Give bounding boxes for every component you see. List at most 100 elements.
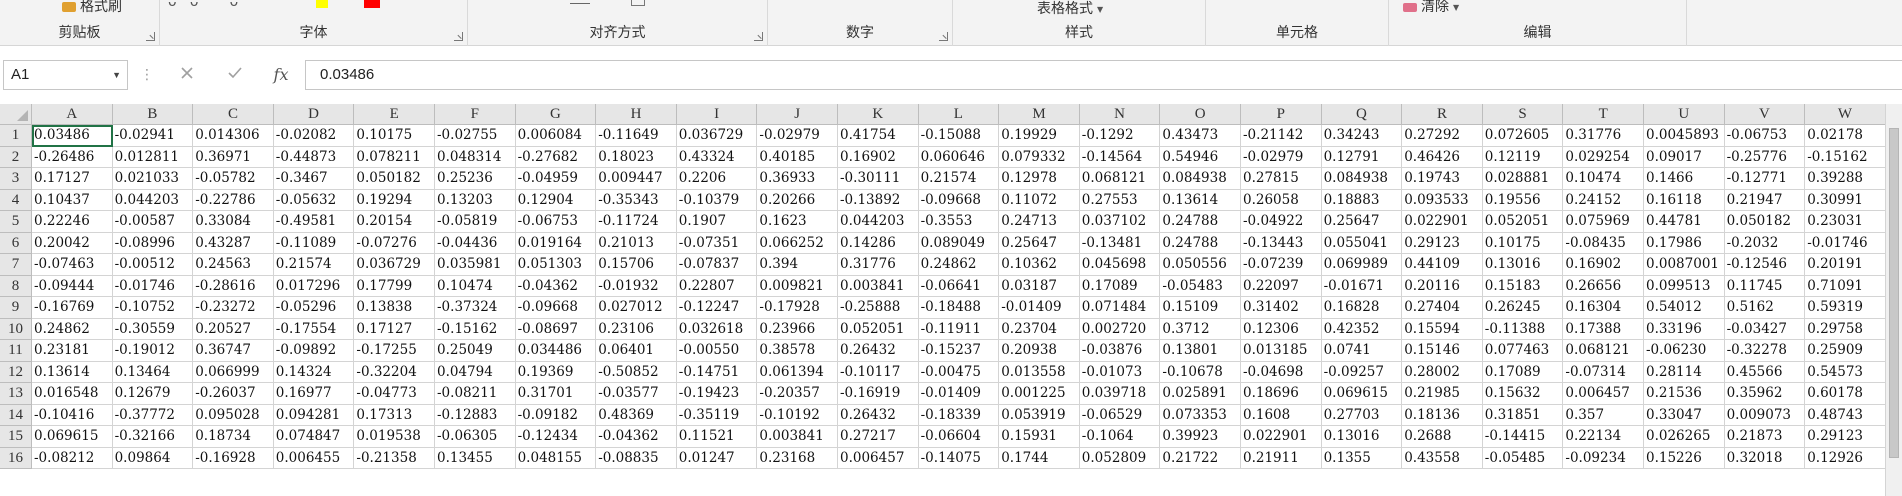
cell-v16[interactable]: 0.32018 <box>1724 447 1806 469</box>
cell-a7[interactable]: -0.07463 <box>32 254 113 276</box>
cell-a2[interactable]: -0.26486 <box>32 146 113 168</box>
cell-t11[interactable]: 0.068121 <box>1563 340 1644 362</box>
row-header[interactable]: 1 <box>0 125 32 147</box>
cell-u16[interactable]: 0.15226 <box>1644 447 1725 469</box>
cell-d15[interactable]: 0.074847 <box>273 426 355 448</box>
cell-b12[interactable]: 0.13464 <box>112 361 194 383</box>
cell-a3[interactable]: 0.17127 <box>32 168 113 190</box>
cell-p2[interactable]: -0.02979 <box>1241 146 1322 168</box>
cell-r7[interactable]: 0.44109 <box>1402 254 1483 276</box>
cell-v4[interactable]: 0.21947 <box>1724 189 1806 211</box>
cell-g5[interactable]: -0.06753 <box>515 211 597 233</box>
cell-w7[interactable]: 0.20191 <box>1805 254 1886 276</box>
cell-d1[interactable]: -0.02082 <box>273 125 355 147</box>
cell-s5[interactable]: 0.052051 <box>1482 211 1564 233</box>
cell-w12[interactable]: 0.54573 <box>1805 361 1886 383</box>
align-bottom-icon[interactable] <box>570 0 590 4</box>
cell-k1[interactable]: 0.41754 <box>838 125 919 147</box>
cell-h14[interactable]: 0.48369 <box>596 404 677 426</box>
cell-q8[interactable]: -0.01671 <box>1321 275 1403 297</box>
cell-l1[interactable]: -0.15088 <box>918 125 1000 147</box>
cell-b8[interactable]: -0.01746 <box>112 275 194 297</box>
cell-h7[interactable]: 0.15706 <box>596 254 677 276</box>
cell-o6[interactable]: 0.24788 <box>1160 232 1241 254</box>
cell-d12[interactable]: 0.14324 <box>273 361 355 383</box>
cell-q15[interactable]: 0.13016 <box>1321 426 1403 448</box>
cell-g2[interactable]: -0.27682 <box>515 146 597 168</box>
cell-b7[interactable]: -0.00512 <box>112 254 194 276</box>
cell-u1[interactable]: 0.0045893 <box>1644 125 1725 147</box>
cell-t5[interactable]: 0.075969 <box>1563 211 1644 233</box>
cell-c15[interactable]: 0.18734 <box>193 426 274 448</box>
cell-q13[interactable]: 0.069615 <box>1321 383 1403 405</box>
cell-a6[interactable]: 0.20042 <box>32 232 113 254</box>
cell-q14[interactable]: 0.27703 <box>1321 404 1403 426</box>
cell-m4[interactable]: 0.11072 <box>999 189 1080 211</box>
cell-g9[interactable]: -0.09668 <box>515 297 597 319</box>
cell-k9[interactable]: -0.25888 <box>838 297 919 319</box>
cell-d7[interactable]: 0.21574 <box>273 254 355 276</box>
cell-t10[interactable]: 0.17388 <box>1563 318 1644 340</box>
formula-bar-grip-icon[interactable]: ⋮ <box>140 65 154 85</box>
cell-b6[interactable]: -0.08996 <box>112 232 194 254</box>
cell-o11[interactable]: 0.13801 <box>1160 340 1241 362</box>
cell-p1[interactable]: -0.21142 <box>1241 125 1322 147</box>
cell-l12[interactable]: -0.00475 <box>918 361 1000 383</box>
cell-a12[interactable]: 0.13614 <box>32 361 113 383</box>
cell-p8[interactable]: 0.22097 <box>1241 275 1322 297</box>
cell-j3[interactable]: 0.36933 <box>757 168 838 190</box>
cell-l6[interactable]: 0.089049 <box>918 232 1000 254</box>
cell-h5[interactable]: -0.11724 <box>596 211 677 233</box>
cell-q4[interactable]: 0.18883 <box>1321 189 1403 211</box>
cell-c3[interactable]: -0.05782 <box>193 168 274 190</box>
cell-n11[interactable]: -0.03876 <box>1079 340 1161 362</box>
cell-q2[interactable]: 0.12791 <box>1321 146 1403 168</box>
cell-n10[interactable]: 0.002720 <box>1079 318 1161 340</box>
cell-j4[interactable]: 0.20266 <box>757 189 838 211</box>
cell-l7[interactable]: 0.24862 <box>918 254 1000 276</box>
cell-a10[interactable]: 0.24862 <box>32 318 113 340</box>
cell-t16[interactable]: -0.09234 <box>1563 447 1644 469</box>
cell-g1[interactable]: 0.006084 <box>515 125 597 147</box>
cell-t15[interactable]: 0.22134 <box>1563 426 1644 448</box>
cell-r10[interactable]: 0.15594 <box>1402 318 1483 340</box>
cell-t6[interactable]: -0.08435 <box>1563 232 1644 254</box>
cell-m6[interactable]: 0.25647 <box>999 232 1080 254</box>
cell-d3[interactable]: -0.3467 <box>273 168 355 190</box>
cell-a16[interactable]: -0.08212 <box>32 447 113 469</box>
cell-e5[interactable]: 0.20154 <box>354 211 435 233</box>
cell-m2[interactable]: 0.079332 <box>999 146 1080 168</box>
cell-m1[interactable]: 0.19929 <box>999 125 1080 147</box>
cell-d8[interactable]: 0.017296 <box>273 275 355 297</box>
cell-s3[interactable]: 0.028881 <box>1482 168 1564 190</box>
cell-c7[interactable]: 0.24563 <box>193 254 274 276</box>
cell-j10[interactable]: 0.23966 <box>757 318 838 340</box>
cell-m15[interactable]: 0.15931 <box>999 426 1080 448</box>
cell-d9[interactable]: -0.05296 <box>273 297 355 319</box>
cell-k12[interactable]: -0.10117 <box>838 361 919 383</box>
row-header[interactable]: 7 <box>0 254 32 276</box>
cell-f2[interactable]: 0.048314 <box>435 146 516 168</box>
cell-o5[interactable]: 0.24788 <box>1160 211 1241 233</box>
cell-l3[interactable]: 0.21574 <box>918 168 1000 190</box>
cell-b10[interactable]: -0.30559 <box>112 318 194 340</box>
cell-p11[interactable]: 0.013185 <box>1241 340 1322 362</box>
cell-f15[interactable]: -0.06305 <box>435 426 516 448</box>
cell-j5[interactable]: 0.1623 <box>757 211 838 233</box>
cell-w15[interactable]: 0.29123 <box>1805 426 1886 448</box>
cell-m3[interactable]: 0.12978 <box>999 168 1080 190</box>
cell-v3[interactable]: -0.12771 <box>1724 168 1806 190</box>
font-buttons[interactable]: ᴗ ᴗ ᴗ <box>168 0 238 10</box>
cell-s11[interactable]: 0.077463 <box>1482 340 1564 362</box>
cell-g10[interactable]: -0.08697 <box>515 318 597 340</box>
cell-e13[interactable]: -0.04773 <box>354 383 435 405</box>
cell-q12[interactable]: -0.09257 <box>1321 361 1403 383</box>
cell-n2[interactable]: -0.14564 <box>1079 146 1161 168</box>
cell-i14[interactable]: -0.35119 <box>676 404 758 426</box>
cell-n14[interactable]: -0.06529 <box>1079 404 1161 426</box>
cell-g4[interactable]: 0.12904 <box>515 189 597 211</box>
cell-i3[interactable]: 0.2206 <box>676 168 758 190</box>
cell-r12[interactable]: 0.28002 <box>1402 361 1483 383</box>
cell-v9[interactable]: 0.5162 <box>1724 297 1806 319</box>
spreadsheet-grid[interactable]: A B C D E F G H I J K L M N O P Q R S T U V W 1 0.03486 -0.02941 0… <box>0 104 1902 496</box>
